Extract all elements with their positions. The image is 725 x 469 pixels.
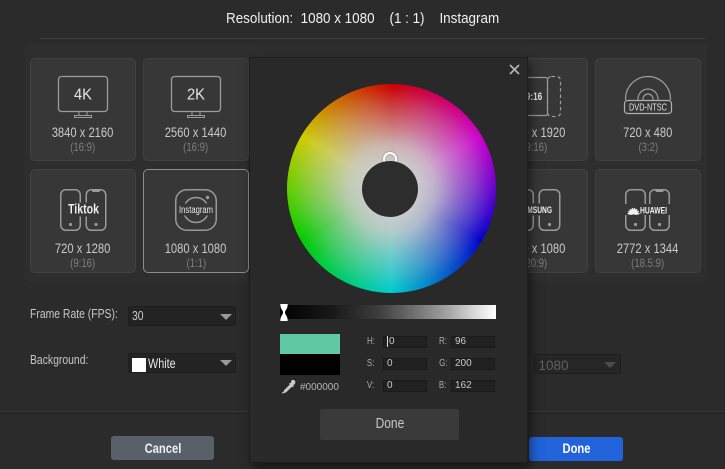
svg-text:Instagram: Instagram — [179, 205, 213, 216]
svg-text:HUAWEI: HUAWEI — [640, 205, 667, 215]
svg-text:2K: 2K — [187, 87, 205, 104]
svg-text:4K: 4K — [74, 87, 92, 104]
svg-text:DVD-NTSC: DVD-NTSC — [629, 103, 667, 114]
svg-text:9:16: 9:16 — [526, 91, 543, 103]
svg-text:Tiktok: Tiktok — [68, 202, 99, 217]
